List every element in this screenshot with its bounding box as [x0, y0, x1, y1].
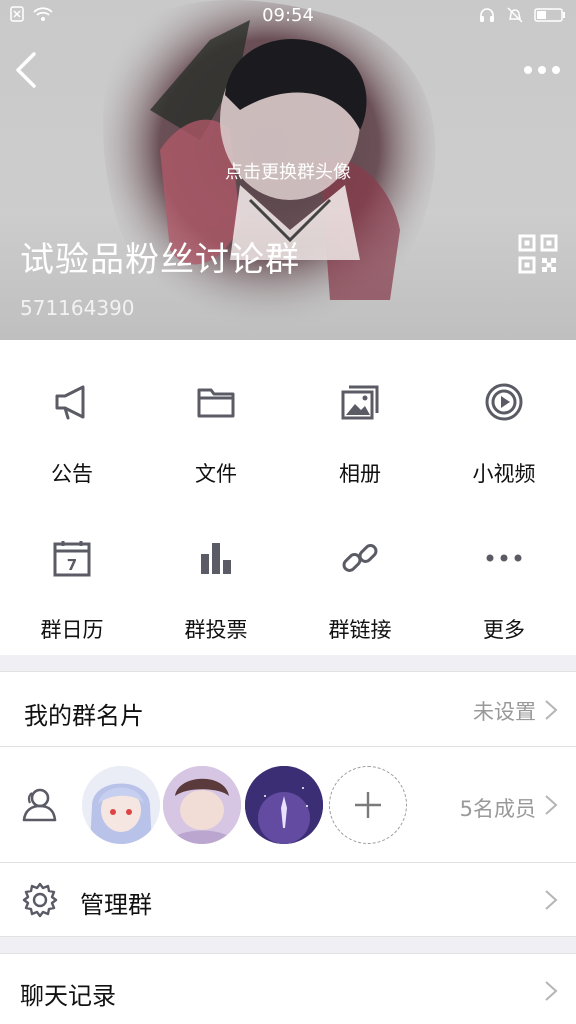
status-bar: 09:54 [0, 0, 576, 32]
battery-icon [534, 8, 565, 22]
grid-item-short-video[interactable]: 小视频 [432, 346, 576, 496]
section-divider [0, 937, 576, 953]
member-avatar[interactable] [245, 766, 323, 844]
calendar-icon: 7 [53, 541, 91, 577]
group-id: 571164390 [20, 296, 135, 320]
grid-label: 小视频 [472, 462, 536, 486]
grid-item-vote[interactable]: 群投票 [144, 502, 288, 652]
link-icon [342, 544, 378, 572]
member-avatar-image [245, 766, 323, 844]
member-avatar-image [82, 766, 160, 844]
add-member-button[interactable] [329, 766, 407, 844]
member-avatar[interactable] [163, 766, 241, 844]
grid-item-files[interactable]: 文件 [144, 346, 288, 496]
grid-label: 群投票 [184, 618, 248, 642]
member-avatar[interactable] [82, 766, 160, 844]
more-menu-icon[interactable] [522, 55, 562, 85]
grid-item-link[interactable]: 群链接 [288, 502, 432, 652]
chevron-right-icon [545, 795, 558, 815]
headset-icon [480, 8, 494, 22]
members-icon [22, 788, 57, 822]
qr-code-icon[interactable] [518, 234, 558, 274]
folder-icon [197, 388, 235, 418]
grid-item-calendar[interactable]: 7 群日历 [0, 502, 144, 652]
section-divider [0, 655, 576, 671]
member-avatar-image [163, 766, 241, 844]
grid-item-announcement[interactable]: 公告 [0, 346, 144, 496]
my-group-card-title: 我的群名片 [24, 702, 144, 730]
grid-label: 公告 [51, 462, 93, 486]
svg-text:7: 7 [67, 556, 77, 574]
grid-label: 群日历 [40, 618, 104, 642]
photo-album-icon [341, 385, 379, 420]
grid-label: 文件 [195, 462, 237, 486]
manage-group-title: 管理群 [80, 891, 152, 919]
grid-label: 相册 [339, 462, 381, 486]
grid-label: 群链接 [328, 618, 392, 642]
chevron-right-icon [545, 981, 558, 1001]
my-group-card-value: 未设置 [473, 700, 536, 724]
members-row[interactable]: 5名成员 [0, 747, 576, 863]
feature-grid: 公告 文件 相册 小视频 7 群日历 群投票 群链接 更多 [0, 340, 576, 655]
manage-group-row[interactable]: 管理群 [0, 863, 576, 937]
group-name: 试验品粉丝讨论群 [20, 240, 300, 280]
grid-label: 更多 [483, 618, 525, 642]
member-count: 5名成员 [459, 797, 536, 821]
grid-item-more[interactable]: 更多 [432, 502, 576, 652]
back-icon[interactable] [10, 48, 46, 92]
more-dots-icon [486, 554, 522, 562]
my-group-card-row[interactable]: 我的群名片 未设置 [0, 671, 576, 747]
chevron-right-icon [545, 890, 558, 910]
change-avatar-hint[interactable]: 点击更换群头像 [0, 158, 576, 184]
megaphone-icon [55, 385, 85, 420]
chat-history-title: 聊天记录 [20, 982, 116, 1010]
mute-bell-icon [507, 7, 523, 23]
grid-item-album[interactable]: 相册 [288, 346, 432, 496]
gear-icon [22, 882, 58, 918]
chevron-right-icon [545, 700, 558, 720]
video-play-icon [485, 383, 523, 421]
group-cover[interactable]: 09:54 点击更换群头像 试验品粉丝讨论群 571164390 [0, 0, 576, 340]
plus-icon [355, 792, 381, 818]
bar-chart-icon [201, 543, 231, 574]
chat-history-row[interactable]: 聊天记录 [0, 953, 576, 1024]
